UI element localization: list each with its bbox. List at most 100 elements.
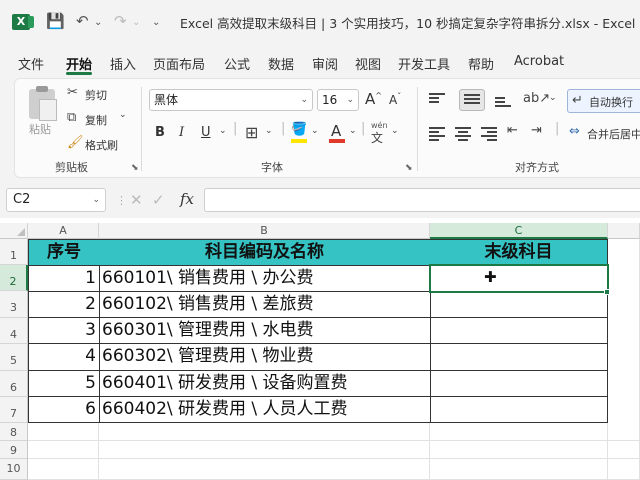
underline-dropdown-icon[interactable]: ⌄	[219, 126, 227, 136]
paste-icon[interactable]	[29, 86, 57, 121]
cell[interactable]	[430, 441, 608, 459]
header-cell-leaf-account[interactable]: 末级科目	[430, 239, 608, 266]
column-header-a[interactable]: A	[28, 223, 99, 239]
cell[interactable]	[99, 441, 430, 459]
copy-button[interactable]: 复制	[85, 112, 107, 128]
select-all-button[interactable]	[0, 223, 28, 239]
underline-button[interactable]: U	[201, 125, 211, 140]
align-center-icon[interactable]	[455, 127, 471, 141]
cell[interactable]	[430, 459, 608, 480]
font-name-combo[interactable]: 黑体 ⌄	[149, 89, 313, 111]
bold-button[interactable]: B	[155, 125, 165, 140]
copy-dropdown-icon[interactable]: ⌄	[119, 110, 127, 120]
cell[interactable]	[28, 423, 99, 441]
tab-formulas[interactable]: 公式	[224, 54, 250, 73]
cell[interactable]	[28, 459, 99, 480]
tab-page-layout[interactable]: 页面布局	[153, 54, 205, 73]
tab-insert[interactable]: 插入	[110, 54, 136, 73]
seq-cell[interactable]: 2	[28, 291, 100, 318]
tab-acrobat[interactable]: Acrobat	[514, 54, 564, 69]
seq-cell[interactable]: 5	[28, 370, 100, 397]
row-header[interactable]: 9	[0, 441, 28, 459]
redo-icon[interactable]: ↷	[114, 12, 127, 30]
format-painter-button[interactable]: 格式刷	[85, 137, 118, 153]
copy-icon[interactable]: ⧉	[67, 110, 76, 125]
cell[interactable]	[608, 459, 640, 480]
row-header[interactable]: 4	[0, 318, 28, 344]
fill-color-icon[interactable]: 🪣	[291, 122, 307, 137]
orientation-dropdown-icon[interactable]: ⌄	[549, 93, 557, 103]
column-header-c[interactable]: C	[430, 223, 608, 239]
row-header[interactable]: 2	[0, 265, 28, 291]
account-cell[interactable]: 660102\ 销售费用 \ 差旅费	[99, 291, 431, 318]
insert-function-icon[interactable]: fx	[180, 190, 194, 208]
row-header[interactable]: 3	[0, 291, 28, 318]
tab-view[interactable]: 视图	[355, 54, 381, 73]
italic-button[interactable]: I	[179, 125, 184, 140]
row-header[interactable]: 8	[0, 423, 28, 441]
orientation-icon[interactable]: ab↗	[523, 91, 550, 106]
row-header[interactable]: 7	[0, 397, 28, 423]
cell[interactable]	[608, 239, 640, 423]
font-launcher-icon[interactable]: ⬊	[405, 163, 413, 173]
tab-file[interactable]: 文件	[18, 54, 44, 73]
row-header[interactable]: 10	[0, 459, 28, 480]
align-top-icon[interactable]	[429, 93, 445, 107]
grow-font-icon[interactable]: A^	[365, 90, 382, 108]
align-middle-icon[interactable]	[464, 94, 480, 108]
merge-center-icon[interactable]: ⇔	[569, 124, 580, 139]
fill-color-dropdown-icon[interactable]: ⌄	[311, 126, 319, 136]
undo-icon[interactable]: ↶	[76, 12, 89, 30]
header-cell-seq[interactable]: 序号	[28, 239, 100, 266]
decrease-indent-icon[interactable]: ⇤	[507, 123, 518, 138]
cell[interactable]	[99, 423, 430, 441]
font-color-icon[interactable]: A	[331, 122, 341, 140]
cancel-icon[interactable]: ✕	[130, 191, 143, 209]
phonetic-dropdown-icon[interactable]: ⌄	[391, 126, 399, 136]
cell[interactable]	[28, 441, 99, 459]
row-header[interactable]: 6	[0, 371, 28, 397]
clipboard-launcher-icon[interactable]: ⬊	[131, 163, 139, 173]
name-box[interactable]: C2 ⌄	[6, 188, 106, 212]
cell[interactable]	[99, 459, 430, 480]
font-size-combo[interactable]: 16 ⌄	[317, 89, 359, 111]
tab-review[interactable]: 审阅	[312, 54, 338, 73]
tab-home[interactable]: 开始	[66, 54, 92, 73]
save-icon[interactable]: 💾	[46, 12, 65, 30]
cell[interactable]	[430, 423, 608, 441]
tab-data[interactable]: 数据	[268, 54, 294, 73]
row-header[interactable]: 5	[0, 344, 28, 371]
seq-cell[interactable]: 1	[28, 265, 100, 292]
font-color-dropdown-icon[interactable]: ⌄	[349, 126, 357, 136]
account-cell[interactable]: 660302\ 管理费用 \ 物业费	[99, 343, 431, 371]
seq-cell[interactable]: 6	[28, 396, 100, 423]
enter-icon[interactable]: ✓	[152, 191, 165, 209]
align-right-icon[interactable]	[481, 127, 497, 141]
borders-icon[interactable]: ⊞	[245, 123, 258, 142]
seq-cell[interactable]: 4	[28, 343, 100, 371]
cell[interactable]	[608, 423, 640, 441]
format-painter-icon[interactable]: 🖌	[67, 135, 84, 150]
tab-help[interactable]: 帮助	[468, 54, 494, 73]
row-header[interactable]: 1	[0, 239, 28, 265]
align-bottom-icon[interactable]	[495, 97, 511, 111]
leaf-account-cell[interactable]	[430, 343, 608, 371]
customize-toolbar-icon[interactable]: ⌄	[152, 17, 160, 28]
seq-cell[interactable]: 3	[28, 317, 100, 344]
account-cell[interactable]: 660401\ 研发费用 \ 设备购置费	[99, 370, 431, 397]
tab-developer[interactable]: 开发工具	[398, 54, 450, 73]
header-cell-account[interactable]: 科目编码及名称	[99, 239, 431, 266]
account-cell[interactable]: 660101\ 销售费用 \ 办公费	[99, 265, 431, 292]
leaf-account-cell[interactable]	[430, 317, 608, 344]
leaf-account-cell[interactable]	[430, 396, 608, 423]
redo-dropdown-icon[interactable]: ⌄	[132, 17, 140, 28]
paste-button[interactable]: 粘贴	[29, 121, 51, 137]
fill-handle[interactable]	[604, 289, 610, 295]
borders-dropdown-icon[interactable]: ⌄	[265, 126, 273, 136]
resize-handle-icon[interactable]: ⋮	[116, 194, 127, 207]
align-left-icon[interactable]	[429, 127, 445, 141]
cell[interactable]	[608, 441, 640, 459]
leaf-account-cell[interactable]	[430, 291, 608, 318]
scissors-icon[interactable]: ✂	[67, 85, 78, 100]
merge-center-button[interactable]: 合并后居中	[587, 126, 640, 142]
